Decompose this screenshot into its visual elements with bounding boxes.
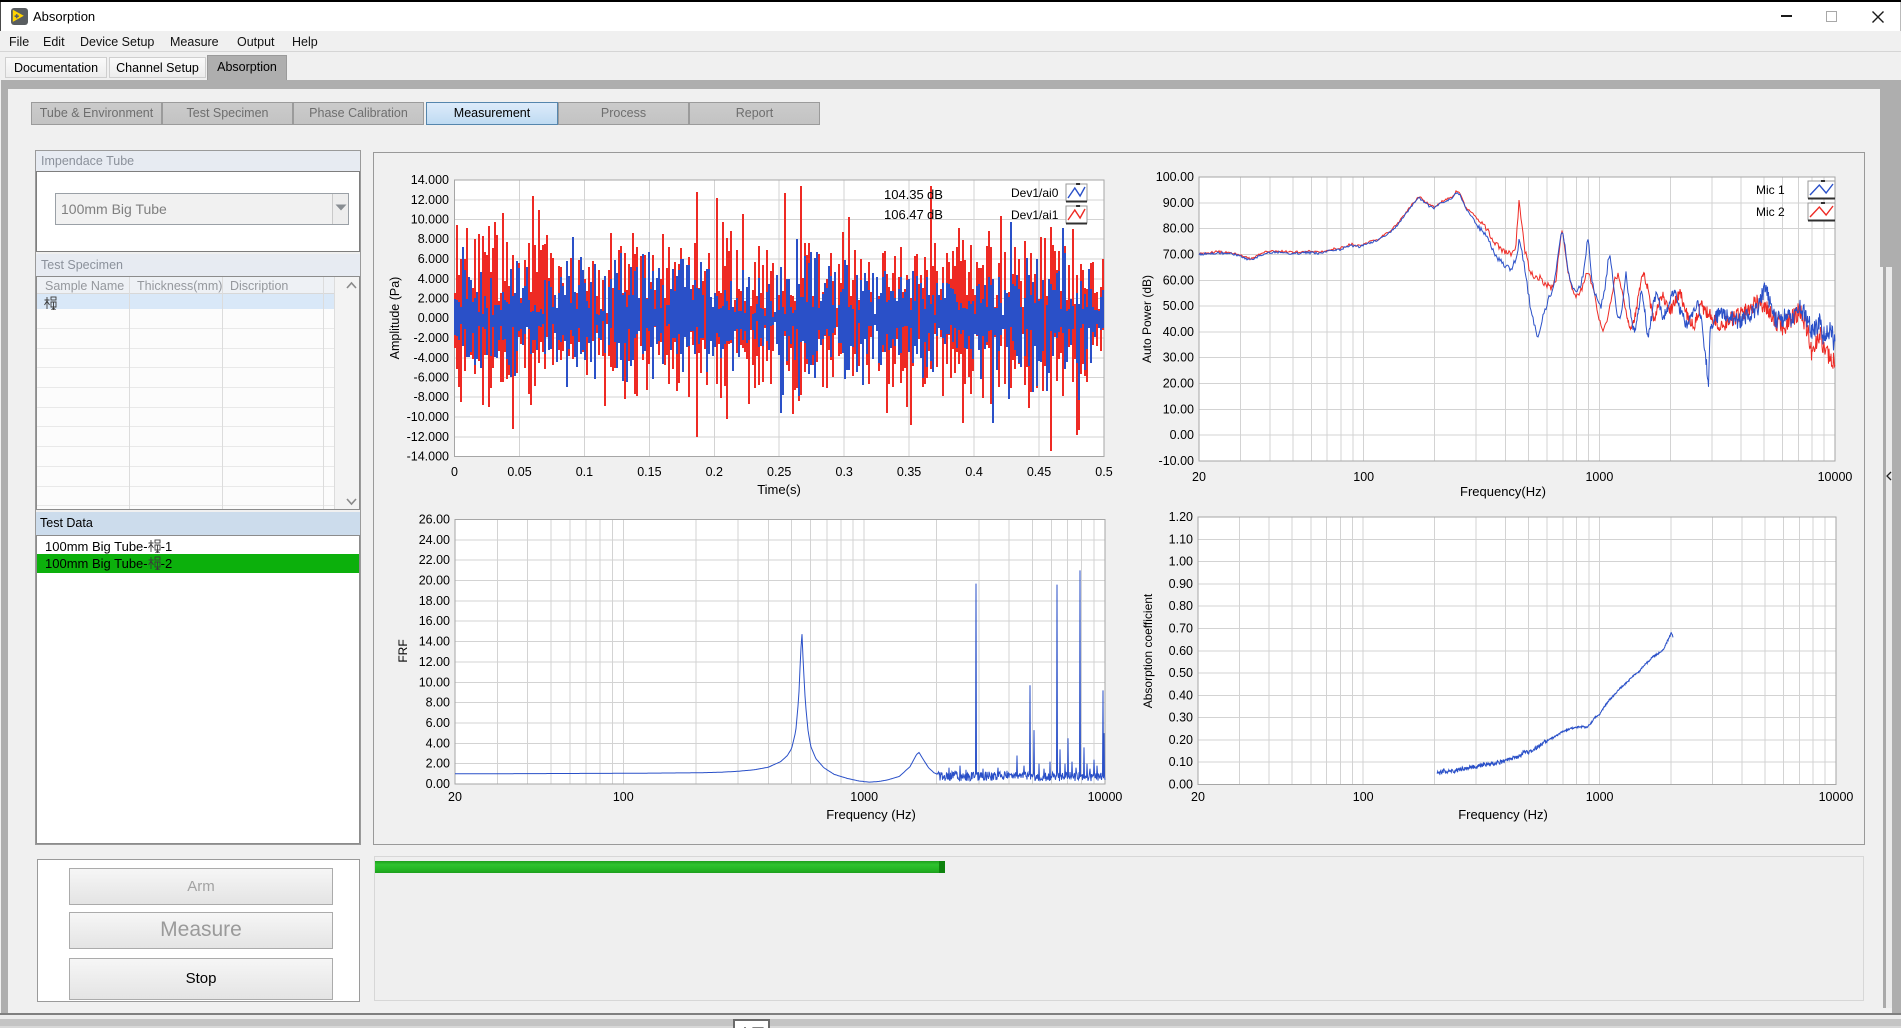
svg-text:0.15: 0.15 xyxy=(637,465,661,479)
svg-text:0.05: 0.05 xyxy=(507,465,531,479)
svg-text:0.50: 0.50 xyxy=(1169,666,1193,680)
svg-text:-6.000: -6.000 xyxy=(414,371,449,385)
svg-text:Time(s): Time(s) xyxy=(757,482,801,497)
svg-text:Dev1/ai1: Dev1/ai1 xyxy=(1011,208,1059,222)
svg-text:0.70: 0.70 xyxy=(1169,622,1193,636)
svg-text:-14.000: -14.000 xyxy=(407,450,449,464)
svg-text:0.1: 0.1 xyxy=(576,465,593,479)
svg-text:106.47: 106.47 xyxy=(884,207,924,222)
svg-text:6.00: 6.00 xyxy=(426,716,450,730)
svg-text:10.000: 10.000 xyxy=(411,213,449,227)
svg-text:20: 20 xyxy=(448,790,462,804)
svg-text:10.00: 10.00 xyxy=(1163,402,1194,416)
svg-text:0.35: 0.35 xyxy=(897,465,921,479)
svg-text:104.35: 104.35 xyxy=(884,187,924,202)
svg-text:Mic 2: Mic 2 xyxy=(1756,205,1785,219)
svg-text:0.2: 0.2 xyxy=(706,465,723,479)
svg-text:dB: dB xyxy=(927,187,943,202)
svg-text:20: 20 xyxy=(1192,470,1206,484)
svg-text:Amplitude (Pa): Amplitude (Pa) xyxy=(388,277,402,360)
svg-text:1.00: 1.00 xyxy=(1169,555,1193,569)
svg-text:10000: 10000 xyxy=(1088,790,1123,804)
svg-text:12.000: 12.000 xyxy=(411,193,449,207)
svg-text:Auto Power (dB): Auto Power (dB) xyxy=(1140,275,1154,363)
svg-text:26.00: 26.00 xyxy=(419,513,450,527)
svg-text:Mic 1: Mic 1 xyxy=(1756,183,1785,197)
svg-text:0: 0 xyxy=(451,465,458,479)
svg-text:FRF: FRF xyxy=(396,639,410,662)
svg-text:80.00: 80.00 xyxy=(1163,222,1194,236)
svg-text:20.00: 20.00 xyxy=(1163,377,1194,391)
svg-text:8.000: 8.000 xyxy=(418,232,449,246)
svg-text:0.3: 0.3 xyxy=(836,465,853,479)
svg-text:100: 100 xyxy=(1353,790,1374,804)
svg-text:10000: 10000 xyxy=(1819,790,1854,804)
svg-text:70.00: 70.00 xyxy=(1163,248,1194,262)
svg-text:2.00: 2.00 xyxy=(426,757,450,771)
svg-text:0.45: 0.45 xyxy=(1027,465,1051,479)
svg-text:10.00: 10.00 xyxy=(419,675,450,689)
svg-text:6.000: 6.000 xyxy=(418,252,449,266)
svg-text:50.00: 50.00 xyxy=(1163,299,1194,313)
svg-text:-8.000: -8.000 xyxy=(414,390,449,404)
svg-text:24.00: 24.00 xyxy=(419,533,450,547)
svg-text:4.00: 4.00 xyxy=(426,736,450,750)
svg-text:60.00: 60.00 xyxy=(1163,273,1194,287)
svg-text:22.00: 22.00 xyxy=(419,553,450,567)
svg-text:4.000: 4.000 xyxy=(418,272,449,286)
svg-text:0.10: 0.10 xyxy=(1169,755,1193,769)
svg-text:2.000: 2.000 xyxy=(418,292,449,306)
svg-text:1000: 1000 xyxy=(1586,790,1614,804)
svg-text:Frequency(Hz): Frequency(Hz) xyxy=(1460,484,1546,499)
svg-text:10000: 10000 xyxy=(1818,470,1853,484)
svg-text:0.80: 0.80 xyxy=(1169,599,1193,613)
svg-text:-2.000: -2.000 xyxy=(414,331,449,345)
svg-text:20.00: 20.00 xyxy=(419,574,450,588)
svg-text:8.00: 8.00 xyxy=(426,696,450,710)
svg-text:1000: 1000 xyxy=(1585,470,1613,484)
svg-text:0.20: 0.20 xyxy=(1169,733,1193,747)
svg-text:0.60: 0.60 xyxy=(1169,644,1193,658)
svg-text:Frequency (Hz): Frequency (Hz) xyxy=(826,807,916,822)
svg-text:0.00: 0.00 xyxy=(426,777,450,791)
svg-text:0.40: 0.40 xyxy=(1169,688,1193,702)
svg-text:100: 100 xyxy=(1353,470,1374,484)
svg-text:90.00: 90.00 xyxy=(1163,196,1194,210)
svg-text:Dev1/ai0: Dev1/ai0 xyxy=(1011,186,1059,200)
svg-text:1.10: 1.10 xyxy=(1169,532,1193,546)
svg-text:0.90: 0.90 xyxy=(1169,577,1193,591)
svg-text:1000: 1000 xyxy=(850,790,878,804)
svg-text:-4.000: -4.000 xyxy=(414,351,449,365)
svg-text:Absorption coefficient: Absorption coefficient xyxy=(1141,593,1155,708)
svg-text:0.00: 0.00 xyxy=(1170,428,1194,442)
svg-text:40.00: 40.00 xyxy=(1163,325,1194,339)
svg-text:14.000: 14.000 xyxy=(411,173,449,187)
svg-text:100.00: 100.00 xyxy=(1156,170,1194,184)
svg-text:Frequency (Hz): Frequency (Hz) xyxy=(1458,807,1548,822)
svg-text:-10.000: -10.000 xyxy=(407,410,449,424)
svg-text:0.30: 0.30 xyxy=(1169,711,1193,725)
svg-text:12.00: 12.00 xyxy=(419,655,450,669)
svg-text:0.4: 0.4 xyxy=(965,465,982,479)
svg-text:14.00: 14.00 xyxy=(419,635,450,649)
svg-text:1.20: 1.20 xyxy=(1169,510,1193,524)
svg-text:0.5: 0.5 xyxy=(1095,465,1112,479)
svg-text:0.00: 0.00 xyxy=(1169,778,1193,792)
svg-text:-12.000: -12.000 xyxy=(407,430,449,444)
svg-text:0.000: 0.000 xyxy=(418,311,449,325)
svg-text:0.25: 0.25 xyxy=(767,465,791,479)
svg-text:18.00: 18.00 xyxy=(419,594,450,608)
svg-text:20: 20 xyxy=(1191,790,1205,804)
svg-text:100: 100 xyxy=(613,790,634,804)
svg-text:16.00: 16.00 xyxy=(419,614,450,628)
svg-text:-10.00: -10.00 xyxy=(1159,454,1194,468)
svg-text:30.00: 30.00 xyxy=(1163,351,1194,365)
svg-text:dB: dB xyxy=(927,207,943,222)
